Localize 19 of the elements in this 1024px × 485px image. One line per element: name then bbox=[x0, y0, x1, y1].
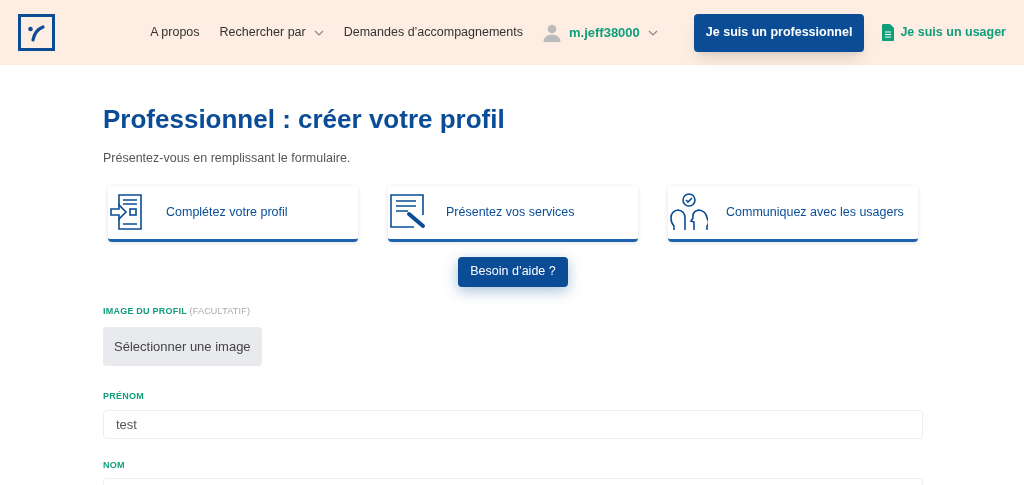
nav-link[interactable]: Rechercher par bbox=[219, 23, 306, 42]
nav-link[interactable]: Demandes d’accompagnements bbox=[343, 23, 523, 42]
step-label: Complétez votre profil bbox=[166, 203, 288, 221]
step-card[interactable]: Complétez votre profil bbox=[108, 185, 358, 242]
field-label: NOM bbox=[103, 458, 126, 472]
help-button[interactable]: Besoin d’aide ? bbox=[458, 256, 568, 287]
input-field[interactable]: test bbox=[103, 409, 923, 439]
nav-link[interactable]: A propos bbox=[150, 23, 200, 42]
page-title: Professionnel : créer votre profil bbox=[103, 103, 506, 135]
step-card[interactable]: Communiquez avec les usagers bbox=[668, 185, 918, 242]
field-label: PRÉNOM bbox=[103, 390, 145, 404]
step-label: Communiquez avec les usagers bbox=[726, 203, 904, 221]
page-subtitle: Présentez-vous en remplissant le formulaire. bbox=[103, 150, 352, 167]
step-card[interactable]: Présentez vos services bbox=[388, 185, 638, 242]
step-label: Présentez vos services bbox=[446, 203, 575, 221]
optional-hint: (FACULTATIF) bbox=[189, 305, 251, 316]
professional-button[interactable]: Je suis un professionnel bbox=[693, 13, 865, 52]
select-image-button[interactable]: Sélectionner une image bbox=[103, 327, 262, 367]
field-label: IMAGE DU PROFIL bbox=[103, 305, 187, 316]
